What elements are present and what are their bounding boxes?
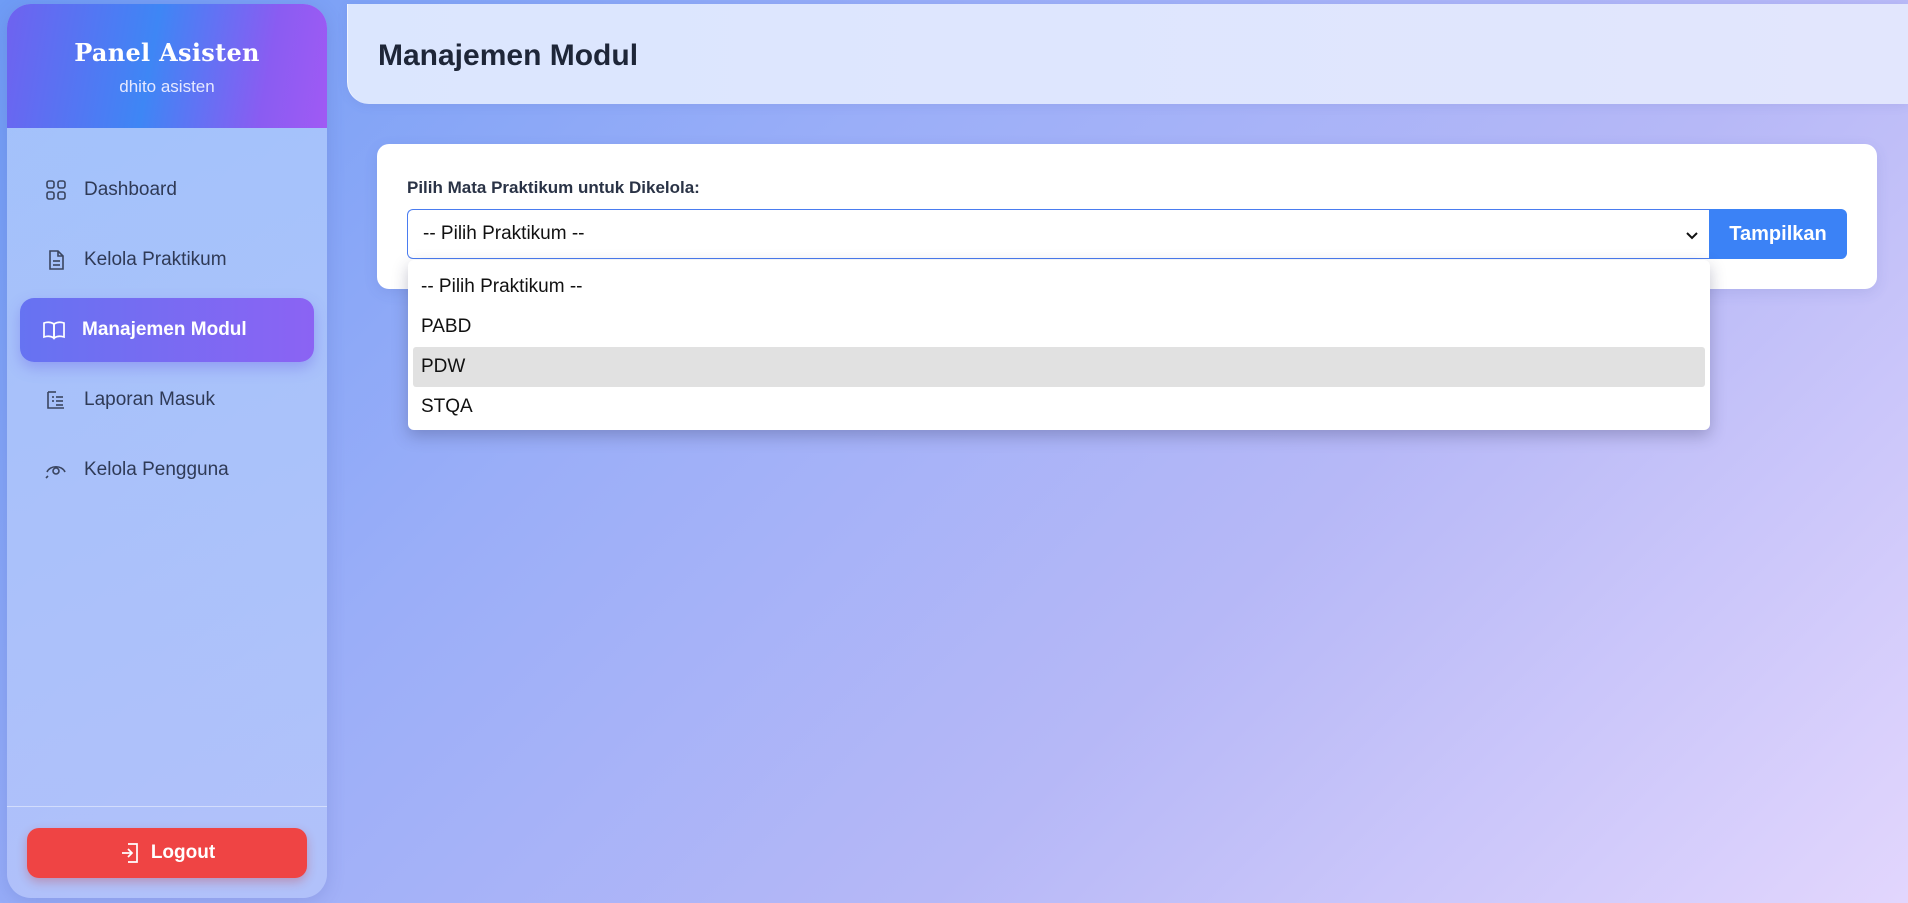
- sidebar-title: Panel Asisten: [74, 38, 260, 67]
- sidebar-item-label: Kelola Praktikum: [84, 249, 227, 270]
- sidebar-footer: Logout: [7, 806, 327, 898]
- logout-button[interactable]: Logout: [27, 828, 307, 878]
- sidebar-item-label: Laporan Masuk: [84, 389, 215, 410]
- logout-icon: [119, 842, 141, 864]
- page-header: Manajemen Modul: [347, 4, 1908, 104]
- dropdown-option[interactable]: STQA: [413, 387, 1705, 427]
- sidebar-item-label: Kelola Pengguna: [84, 459, 229, 480]
- chevron-down-icon: [1685, 226, 1699, 240]
- document-icon: [44, 248, 68, 272]
- logout-label: Logout: [150, 842, 216, 863]
- sidebar-username: dhito asisten: [119, 77, 215, 96]
- dropdown-option[interactable]: PABD: [413, 307, 1705, 347]
- sidebar-item-dashboard[interactable]: Dashboard: [20, 158, 314, 222]
- sidebar-nav: Dashboard Kelola Praktikum Manajemen Mod…: [7, 128, 327, 502]
- sidebar-item-label: Dashboard: [84, 179, 177, 200]
- praktikum-select[interactable]: -- Pilih Praktikum --: [407, 209, 1709, 259]
- dropdown-option-highlighted[interactable]: PDW: [413, 347, 1705, 387]
- praktikum-dropdown-list: -- Pilih Praktikum -- PABD PDW STQA: [408, 260, 1710, 430]
- praktikum-select-label: Pilih Mata Praktikum untuk Dikelola:: [407, 178, 700, 197]
- book-icon: [42, 318, 66, 342]
- sidebar-item-label: Manajemen Modul: [82, 319, 247, 340]
- dropdown-option[interactable]: -- Pilih Praktikum --: [413, 267, 1705, 307]
- sidebar-item-manajemen-modul[interactable]: Manajemen Modul: [20, 298, 314, 362]
- sidebar-item-kelola-pengguna[interactable]: Kelola Pengguna: [20, 438, 314, 502]
- sidebar-item-kelola-praktikum[interactable]: Kelola Praktikum: [20, 228, 314, 292]
- sidebar-header: Panel Asisten dhito asisten: [7, 4, 327, 128]
- sidebar-item-laporan-masuk[interactable]: Laporan Masuk: [20, 368, 314, 432]
- page-title: Manajemen Modul: [378, 39, 639, 72]
- list-icon: [44, 388, 68, 412]
- sidebar: Panel Asisten dhito asisten Dashboard Ke…: [7, 4, 327, 898]
- grid-icon: [44, 178, 68, 202]
- user-eye-icon: [44, 458, 68, 482]
- praktikum-select-value: -- Pilih Praktikum --: [423, 223, 585, 244]
- tampilkan-button[interactable]: Tampilkan: [1709, 209, 1847, 259]
